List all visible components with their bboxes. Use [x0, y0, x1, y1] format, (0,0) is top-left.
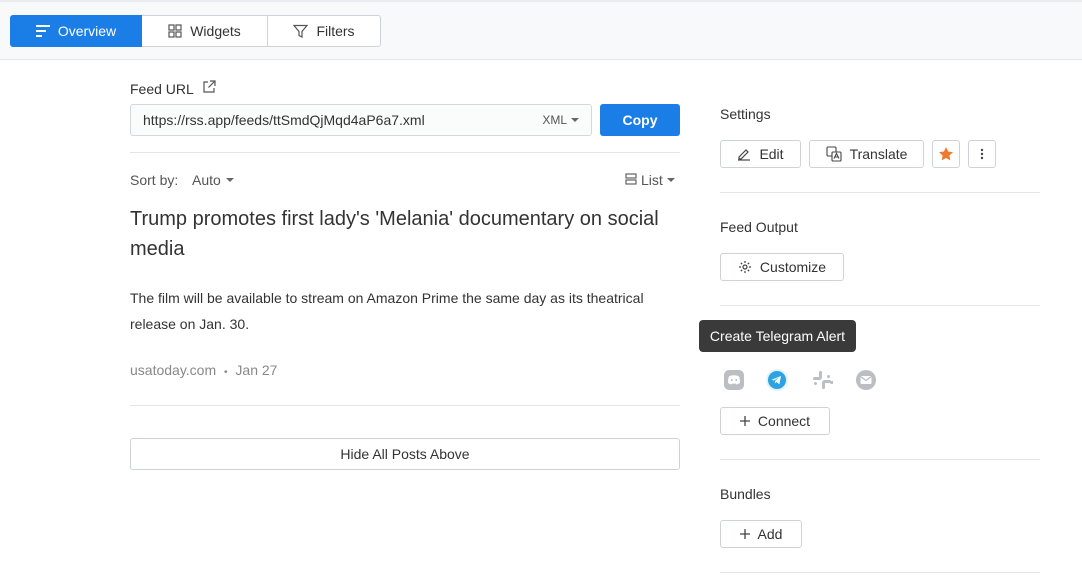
plus-icon: [739, 416, 750, 426]
telegram-icon[interactable]: [765, 368, 789, 392]
copy-button[interactable]: Copy: [600, 104, 680, 136]
divider: [720, 459, 1040, 460]
view-mode-select[interactable]: List: [625, 172, 675, 188]
article-title[interactable]: Trump promotes first lady's 'Melania' do…: [130, 204, 670, 264]
hide-all-posts-button[interactable]: Hide All Posts Above: [130, 438, 680, 470]
article-date: Jan 27: [235, 362, 278, 378]
tab-filters-label: Filters: [316, 23, 355, 39]
bundles-title: Bundles: [720, 486, 771, 502]
edit-button[interactable]: Edit: [720, 140, 801, 168]
meta-separator: •: [224, 367, 228, 378]
chevron-down-icon: [571, 118, 579, 122]
divider: [720, 572, 1040, 573]
plus-icon: [739, 529, 750, 539]
more-vertical-icon: [980, 148, 984, 160]
star-icon: [938, 146, 954, 162]
tab-filters[interactable]: Filters: [268, 15, 381, 47]
gear-icon: [738, 260, 752, 274]
tab-overview-label: Overview: [57, 23, 117, 39]
chevron-down-icon: [666, 178, 675, 182]
list-lines-icon: [35, 24, 50, 38]
article-meta: usatoday.com • Jan 27: [130, 362, 277, 378]
grid-icon: [168, 24, 182, 38]
email-icon[interactable]: [854, 368, 878, 392]
discord-icon[interactable]: [722, 368, 746, 392]
customize-label: Customize: [759, 259, 827, 275]
translate-label: Translate: [849, 146, 908, 162]
favorite-button[interactable]: [932, 140, 960, 168]
edit-label: Edit: [759, 146, 784, 162]
view-tabs: Overview Widgets Filters: [10, 15, 381, 47]
format-select[interactable]: XML: [542, 113, 579, 127]
tab-widgets[interactable]: Widgets: [142, 15, 268, 47]
list-view-icon: [625, 172, 637, 188]
divider: [720, 305, 1040, 306]
customize-button[interactable]: Customize: [720, 253, 844, 281]
tab-overview[interactable]: Overview: [10, 15, 142, 47]
external-link-icon[interactable]: [202, 80, 216, 97]
sort-label: Sort by:: [130, 172, 179, 188]
divider: [720, 192, 1040, 193]
connect-button[interactable]: Connect: [720, 407, 830, 435]
add-label: Add: [757, 526, 783, 542]
sort-value: Auto: [192, 172, 221, 188]
feed-output-title: Feed Output: [720, 219, 798, 235]
add-bundle-button[interactable]: Add: [720, 520, 802, 548]
divider: [130, 405, 680, 406]
feed-url-field[interactable]: https://rss.app/feeds/ttSmdQjMqd4aP6a7.x…: [130, 104, 592, 136]
slack-icon[interactable]: [810, 368, 834, 392]
tab-widgets-label: Widgets: [190, 23, 241, 39]
feed-url-value: https://rss.app/feeds/ttSmdQjMqd4aP6a7.x…: [143, 112, 425, 128]
translate-button[interactable]: Translate: [809, 140, 924, 168]
view-mode-value: List: [641, 172, 663, 188]
settings-title: Settings: [720, 106, 771, 122]
pencil-icon: [737, 147, 751, 161]
funnel-icon: [293, 24, 309, 39]
format-value: XML: [542, 113, 567, 127]
connect-label: Connect: [757, 413, 811, 429]
feed-url-label: Feed URL: [130, 80, 194, 97]
article-source[interactable]: usatoday.com: [130, 362, 216, 378]
article-description: The film will be available to stream on …: [130, 290, 644, 332]
chevron-down-icon: [225, 178, 234, 182]
more-options-button[interactable]: [968, 140, 996, 168]
divider: [130, 152, 680, 153]
sort-select[interactable]: Auto: [192, 172, 234, 188]
feed-url-heading: Feed URL: [130, 80, 216, 97]
translate-icon: [826, 146, 842, 162]
telegram-alert-tooltip: Create Telegram Alert: [699, 320, 856, 352]
top-toolbar: Overview Widgets Filters: [0, 0, 1082, 60]
